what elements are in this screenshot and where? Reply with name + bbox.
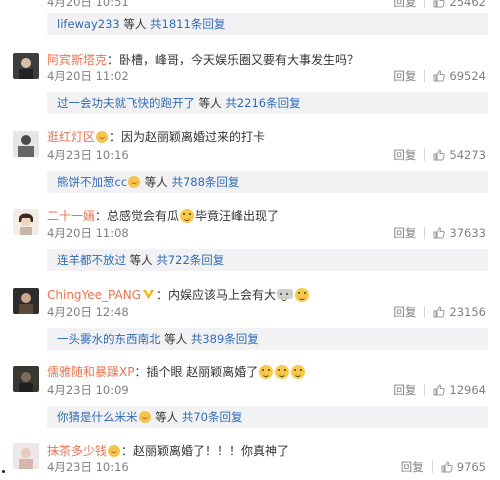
- divider: [431, 461, 433, 473]
- reply-count-link[interactable]: 共70条回复: [182, 410, 243, 424]
- comment-text: 二十一婳：总感觉会有瓜 毕竟汪峰出现了: [47, 209, 280, 223]
- comment-actions: 回复 54273: [393, 147, 486, 163]
- reply-button[interactable]: 回复: [393, 304, 416, 320]
- like-button[interactable]: 54273: [433, 148, 486, 162]
- comment-time: 4月20日 11:02: [47, 69, 129, 83]
- vip-badge-icon: [128, 176, 141, 188]
- thumbs-up-icon: [433, 306, 446, 318]
- comment-time: 4月20日 10:51: [47, 0, 129, 9]
- divider: [424, 149, 426, 161]
- vip-badge-icon: [138, 411, 151, 423]
- reply-users-link[interactable]: 连羊都不放过: [57, 253, 126, 267]
- reply-users-link[interactable]: 熊饼不加葱cc: [57, 175, 127, 189]
- thumbs-up-icon: [441, 461, 453, 473]
- reply-users-link[interactable]: lifeway233: [57, 17, 120, 31]
- comment-text: 阿宾斯塔克：卧槽，峰哥，今天娱乐圈又要有大事发生吗？: [47, 53, 360, 67]
- emoji-icon: [295, 288, 310, 302]
- reply-button[interactable]: 回复: [393, 68, 416, 84]
- like-count: 54273: [449, 148, 486, 162]
- comment-username[interactable]: 二十一婳: [47, 209, 95, 223]
- reply-summary-bar[interactable]: lifeway233 等人 共1811条回复: [47, 13, 488, 35]
- divider: [424, 384, 426, 396]
- comment-actions: 回复 12964: [393, 382, 486, 398]
- reply-button[interactable]: 回复: [401, 459, 424, 475]
- avatar[interactable]: [13, 131, 39, 157]
- comment-username[interactable]: 抹茶多少钱: [47, 444, 107, 458]
- reply-count-link[interactable]: 共788条回复: [171, 175, 239, 189]
- like-count: 23156: [449, 305, 486, 319]
- avatar[interactable]: [13, 288, 39, 314]
- reply-summary-bar[interactable]: 过一会功夫就飞快的跑开了 等人 共2216条回复: [47, 92, 488, 114]
- comment-actions: 回复 23156: [393, 304, 486, 320]
- reply-summary-bar[interactable]: 熊饼不加葱cc 等人 共788条回复: [47, 171, 488, 193]
- comment-actions: 回复 9765: [401, 459, 486, 475]
- avatar[interactable]: [13, 209, 39, 235]
- thumbs-up-icon: [433, 0, 446, 8]
- comment-actions: 回复 37633: [393, 225, 486, 241]
- scroll-marker: [2, 470, 5, 473]
- comment-time: 4月23日 10:16: [47, 460, 129, 474]
- like-button[interactable]: 37633: [433, 226, 486, 240]
- like-button[interactable]: 23156: [433, 305, 486, 319]
- reply-summary-bar[interactable]: 你猜是什么米米 等人 共70条回复: [47, 406, 488, 428]
- comment-actions: 回复 69524: [393, 68, 486, 84]
- like-button[interactable]: 9765: [441, 460, 486, 474]
- reply-count-link[interactable]: 共389条回复: [191, 332, 259, 346]
- thumbs-up-icon: [433, 384, 446, 396]
- like-count: 25462: [449, 0, 486, 9]
- comment-text: 逛红灯区 ：因为赵丽颖离婚过来的打卡: [47, 130, 266, 144]
- comment-actions: 回复 25462: [393, 0, 486, 10]
- reply-users-link[interactable]: 过一会功夫就飞快的跑开了: [57, 96, 195, 110]
- comment-text: ChingYee_PANG ：内娱应该马上会有大: [47, 286, 310, 303]
- thumbs-up-icon: [433, 149, 446, 161]
- reply-button[interactable]: 回复: [393, 147, 416, 163]
- emoji-icon: [259, 365, 274, 379]
- like-count: 69524: [449, 69, 486, 83]
- comment-time: 4月20日 12:48: [47, 305, 129, 319]
- comment-username[interactable]: 逛红灯区: [47, 130, 95, 144]
- emoji-icon: [291, 365, 306, 379]
- comment-username[interactable]: 阿宾斯塔克: [47, 53, 107, 67]
- comment-username[interactable]: 儒雅随和暴躁XP: [47, 365, 134, 379]
- reply-button[interactable]: 回复: [393, 382, 416, 398]
- emoji-icon: [277, 289, 294, 301]
- reply-button[interactable]: 回复: [393, 0, 416, 10]
- comment-text: 儒雅随和暴躁XP：插个眼 赵丽颖离婚了: [47, 363, 306, 380]
- divider: [424, 0, 426, 8]
- thumbs-up-icon: [433, 70, 446, 82]
- vip-badge-icon: [96, 131, 109, 143]
- reply-button[interactable]: 回复: [393, 225, 416, 241]
- comment-time: 4月23日 10:09: [47, 383, 129, 397]
- vip-badge-icon: [108, 445, 121, 457]
- reply-users-link[interactable]: 你猜是什么米米: [57, 410, 138, 424]
- verified-v-icon: [143, 290, 154, 299]
- emoji-icon: [180, 209, 195, 223]
- thumbs-up-icon: [433, 227, 446, 239]
- reply-users-link[interactable]: 一头雾水的东西南北: [57, 332, 161, 346]
- comment-text: 抹茶多少钱 ：赵丽颖离婚了！！！你真神了: [47, 444, 290, 458]
- like-button[interactable]: 69524: [433, 69, 486, 83]
- like-count: 12964: [449, 383, 486, 397]
- like-button[interactable]: 12964: [433, 383, 486, 397]
- reply-count-link[interactable]: 共1811条回复: [150, 17, 225, 31]
- reply-summary-bar[interactable]: 一头雾水的东西南北 等人 共389条回复: [47, 328, 488, 350]
- avatar[interactable]: [13, 443, 39, 469]
- reply-summary-bar[interactable]: 连羊都不放过 等人 共722条回复: [47, 249, 488, 271]
- emoji-icon: [275, 365, 290, 379]
- divider: [424, 70, 426, 82]
- reply-count-link[interactable]: 共722条回复: [156, 253, 224, 267]
- divider: [424, 306, 426, 318]
- comment-username[interactable]: ChingYee_PANG: [47, 288, 141, 302]
- divider: [424, 227, 426, 239]
- comment-time: 4月23日 10:16: [47, 148, 129, 162]
- avatar[interactable]: [13, 366, 39, 392]
- like-button[interactable]: 25462: [433, 0, 486, 9]
- like-count: 37633: [449, 226, 486, 240]
- reply-count-link[interactable]: 共2216条回复: [225, 96, 300, 110]
- comment-time: 4月20日 11:08: [47, 226, 129, 240]
- like-count: 9765: [456, 460, 486, 474]
- avatar[interactable]: [13, 53, 39, 79]
